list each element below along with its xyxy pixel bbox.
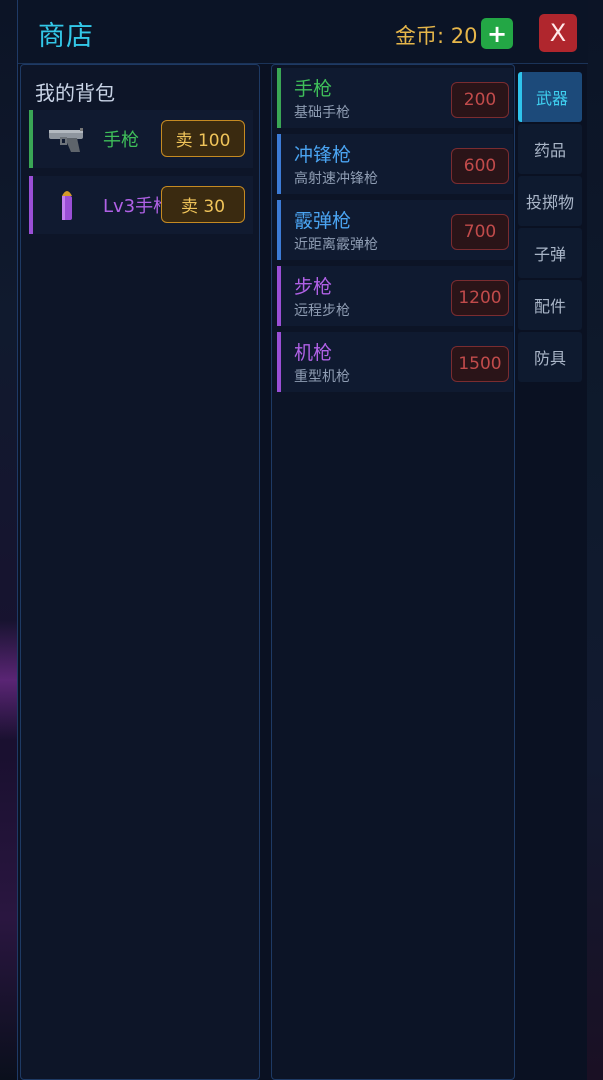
shop-title: 商店 [38,21,94,52]
pistol-icon [49,128,83,152]
shop-item[interactable]: 机枪 重型机枪 1500 [277,332,513,392]
sell-button[interactable]: 卖 30 [161,186,245,223]
shop-item-name: 霰弹枪 [294,210,352,232]
tab-throwables[interactable]: 投掷物 [518,176,582,226]
shop-header: 商店 金币: 20 + X [18,0,588,64]
backpack-title: 我的背包 [35,81,115,105]
coin-balance: 金币: 20 [395,24,478,48]
shop-item-description: 近距离霰弹枪 [294,237,378,253]
shop-item[interactable]: 冲锋枪 高射速冲锋枪 600 [277,134,513,194]
backpack-panel: 我的背包 手枪 卖 100 Lv3手枪 卖 30 [20,64,260,1080]
category-tabs: 武器 药品 投掷物 子弹 配件 防具 [517,64,587,1080]
shop-item-description: 基础手枪 [294,105,350,121]
tab-weapons[interactable]: 武器 [518,72,582,122]
shop-catalog: 手枪 基础手枪 200 冲锋枪 高射速冲锋枪 600 霰弹枪 近距离霰弹枪 70… [271,64,515,1080]
shop-item[interactable]: 手枪 基础手枪 200 [277,68,513,128]
backpack-item[interactable]: Lv3手枪 卖 30 [29,176,253,234]
shop-item-description: 高射速冲锋枪 [294,171,378,187]
shop-item[interactable]: 步枪 远程步枪 1200 [277,266,513,326]
shop-item-description: 重型机枪 [294,369,350,385]
backpack-item[interactable]: 手枪 卖 100 [29,110,253,168]
add-coins-button[interactable]: + [481,18,513,49]
shop-item-name: 步枪 [294,276,333,298]
buy-price-button[interactable]: 600 [451,148,509,184]
shop-item-description: 远程步枪 [294,303,350,319]
close-button[interactable]: X [539,14,577,52]
shop-item[interactable]: 霰弹枪 近距离霰弹枪 700 [277,200,513,260]
shop-window: 商店 金币: 20 + X 我的背包 手枪 卖 100 Lv3手枪 卖 30 手… [17,0,588,1080]
tab-medicine[interactable]: 药品 [518,124,582,174]
tab-armor[interactable]: 防具 [518,332,582,382]
buy-price-button[interactable]: 1200 [451,280,509,316]
tab-ammo[interactable]: 子弹 [518,228,582,278]
buy-price-button[interactable]: 200 [451,82,509,118]
shop-item-name: 机枪 [294,342,333,364]
tab-attachments[interactable]: 配件 [518,280,582,330]
backpack-item-name: 手枪 [103,130,139,151]
shop-item-name: 冲锋枪 [294,144,352,166]
sell-button[interactable]: 卖 100 [161,120,245,157]
buy-price-button[interactable]: 1500 [451,346,509,382]
shop-item-name: 手枪 [294,78,333,100]
buy-price-button[interactable]: 700 [451,214,509,250]
bullet-icon [62,191,72,220]
